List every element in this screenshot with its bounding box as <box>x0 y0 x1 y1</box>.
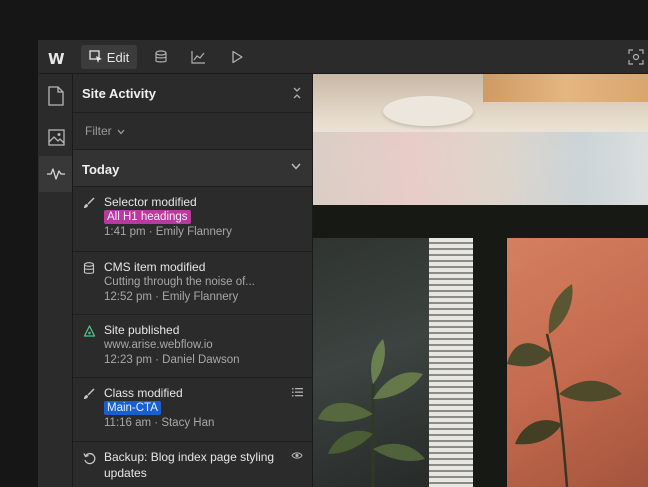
chevron-down-icon <box>117 129 125 135</box>
page-icon <box>47 86 64 106</box>
window-blinds-shape <box>429 238 473 487</box>
activity-item[interactable]: Site published www.arise.webflow.io 12:2… <box>73 315 312 378</box>
today-section-header[interactable]: Today <box>73 150 312 187</box>
wooden-cabinet-shape <box>483 74 648 102</box>
cursor-icon <box>89 50 102 63</box>
database-icon <box>155 50 167 63</box>
edit-mode-button[interactable]: Edit <box>81 45 137 69</box>
cms-button[interactable] <box>149 45 173 69</box>
brush-icon <box>82 196 96 210</box>
activity-detail: Cutting through the noise of... <box>104 276 255 288</box>
plant-left-shape <box>318 339 425 487</box>
edit-mode-label: Edit <box>106 49 130 65</box>
webflow-logo[interactable]: W <box>48 50 64 68</box>
activity-meta: 12:52 pm · Emily Flannery <box>104 291 239 303</box>
top-toolbar: W Edit <box>39 41 648 74</box>
activity-title: Site published <box>104 323 180 337</box>
preview-button[interactable] <box>225 45 249 69</box>
design-canvas[interactable] <box>313 74 648 487</box>
activity-meta: 1:41 pm · Emily Flannery <box>104 226 232 238</box>
activity-item[interactable]: Backup: Blog index page styling updates <box>73 442 312 487</box>
chart-icon <box>190 51 205 64</box>
activity-item[interactable]: Class modified Main-CTA 11:16 am · Stacy… <box>73 378 312 442</box>
today-label: Today <box>82 162 120 177</box>
image-icon <box>47 129 65 146</box>
activity-item[interactable]: CMS item modified Cutting through the no… <box>73 252 312 315</box>
capture-icon <box>628 49 644 65</box>
activity-tag: Main-CTA <box>104 401 161 415</box>
rug-shape <box>313 132 648 205</box>
activity-detail: updates <box>104 466 147 480</box>
activity-title: Selector modified <box>104 195 197 209</box>
activity-detail: www.arise.webflow.io <box>104 339 213 351</box>
panel-header: Site Activity <box>73 74 312 113</box>
pages-button[interactable] <box>39 78 72 114</box>
capture-button[interactable] <box>626 45 646 69</box>
webflow-designer-window: W Edit Site Activity Filter Today Select… <box>38 40 648 487</box>
site-activity-panel: Site Activity Filter Today Selector modi… <box>73 74 313 487</box>
database-icon <box>82 261 96 275</box>
publish-icon <box>82 324 96 338</box>
play-icon <box>232 50 243 64</box>
activity-meta: 12:23 pm · Daniel Dawson <box>104 354 240 366</box>
chevron-down-icon <box>291 163 301 170</box>
round-table-shape <box>383 96 473 126</box>
list-icon[interactable] <box>292 387 303 397</box>
left-icon-sidebar <box>39 74 73 487</box>
activity-title: CMS item modified <box>104 260 206 274</box>
eye-icon[interactable] <box>291 451 303 460</box>
class-tag: Main-CTA <box>104 401 161 415</box>
plant-right-shape <box>507 284 622 487</box>
filter-row: Filter <box>73 113 312 150</box>
selector-tag: All H1 headings <box>104 210 191 224</box>
activity-item[interactable]: Selector modified All H1 headings 1:41 p… <box>73 187 312 252</box>
activity-icon <box>46 168 65 180</box>
site-activity-button[interactable] <box>39 156 72 192</box>
activity-title: Backup: Blog index page styling <box>104 450 275 464</box>
assets-button[interactable] <box>39 119 72 155</box>
collapse-icon[interactable] <box>292 86 302 100</box>
brush-icon <box>82 387 96 401</box>
filter-label: Filter <box>85 124 112 138</box>
analytics-button[interactable] <box>186 45 210 69</box>
activity-meta: 11:16 am · Stacy Han <box>104 417 215 429</box>
activity-title: Class modified <box>104 386 183 400</box>
panel-title: Site Activity <box>82 86 156 101</box>
filter-dropdown[interactable]: Filter <box>85 124 125 138</box>
living-room-photo <box>313 74 648 205</box>
restore-icon <box>82 451 96 465</box>
activity-tag: All H1 headings <box>104 210 191 224</box>
